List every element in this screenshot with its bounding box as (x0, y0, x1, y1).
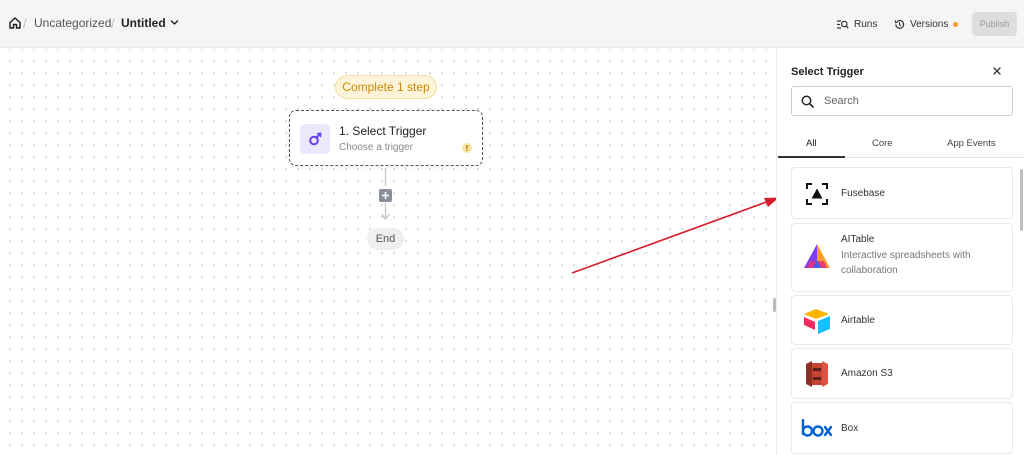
list-item-airtable[interactable]: Airtable (791, 295, 1013, 345)
tab-app-events[interactable]: App Events (947, 138, 996, 149)
search-icon (801, 95, 814, 108)
app-description: Interactive spreadsheets with collaborat… (841, 250, 971, 276)
trigger-icon (300, 124, 330, 154)
annotation-arrow (571, 197, 779, 274)
list-item-fusebase[interactable]: Fusebase (791, 167, 1013, 219)
list-item-box[interactable]: Box (791, 402, 1013, 454)
app-name: Box (841, 423, 859, 434)
select-trigger-panel: Select Trigger All Core App Events Fuseb… (777, 49, 1024, 455)
runs-icon (837, 19, 849, 29)
runs-label: Runs (854, 18, 878, 30)
runs-button[interactable]: Runs (836, 14, 877, 34)
trigger-title: 1. Select Trigger (339, 124, 427, 138)
app-name: AITable (841, 234, 875, 245)
status-pill: Complete 1 step (335, 75, 437, 99)
close-icon[interactable] (991, 65, 1003, 77)
list-item-aitable[interactable]: AITable Interactive spreadsheets with co… (791, 223, 1013, 292)
app-name: Airtable (841, 315, 875, 326)
active-tab-indicator (778, 156, 845, 158)
breadcrumb-separator: / (23, 16, 27, 31)
step-connector (379, 168, 392, 221)
trigger-subtitle: Choose a trigger (339, 142, 413, 153)
search-input[interactable] (824, 95, 1004, 107)
resize-handle[interactable] (773, 298, 776, 312)
flow-title[interactable]: Untitled (121, 16, 166, 30)
tab-bar: All Core App Events (777, 132, 1024, 158)
breadcrumb-separator: / (111, 16, 115, 31)
amazon-s3-logo-icon (801, 358, 833, 390)
box-logo-icon (801, 413, 833, 445)
history-icon (894, 19, 905, 29)
airtable-logo-icon (801, 305, 833, 337)
app-name: Amazon S3 (841, 368, 893, 379)
tab-core[interactable]: Core (872, 138, 893, 149)
warning-icon: ! (462, 143, 472, 153)
breadcrumb-category[interactable]: Uncategorized (34, 16, 111, 30)
versions-button[interactable]: Versions (894, 14, 959, 34)
publish-button[interactable]: Publish (972, 12, 1017, 36)
panel-title: Select Trigger (791, 66, 864, 78)
fusebase-logo-icon (801, 178, 833, 210)
top-bar: / Uncategorized / Untitled Runs Versions… (0, 0, 1024, 48)
search-field[interactable] (791, 86, 1013, 116)
home-icon[interactable] (8, 16, 22, 30)
list-item-amazon-s3[interactable]: Amazon S3 (791, 348, 1013, 399)
panel-scrollbar[interactable] (1020, 169, 1023, 231)
end-node: End (367, 228, 404, 250)
add-step-button[interactable] (379, 189, 392, 202)
app-name: Fusebase (841, 188, 885, 199)
unsaved-dot (953, 21, 959, 27)
versions-label: Versions (910, 18, 949, 30)
aitable-logo-icon (801, 241, 833, 273)
tab-all[interactable]: All (806, 138, 817, 149)
trigger-step-card[interactable]: 1. Select Trigger Choose a trigger ! (289, 110, 483, 166)
chevron-down-icon[interactable] (170, 18, 179, 27)
